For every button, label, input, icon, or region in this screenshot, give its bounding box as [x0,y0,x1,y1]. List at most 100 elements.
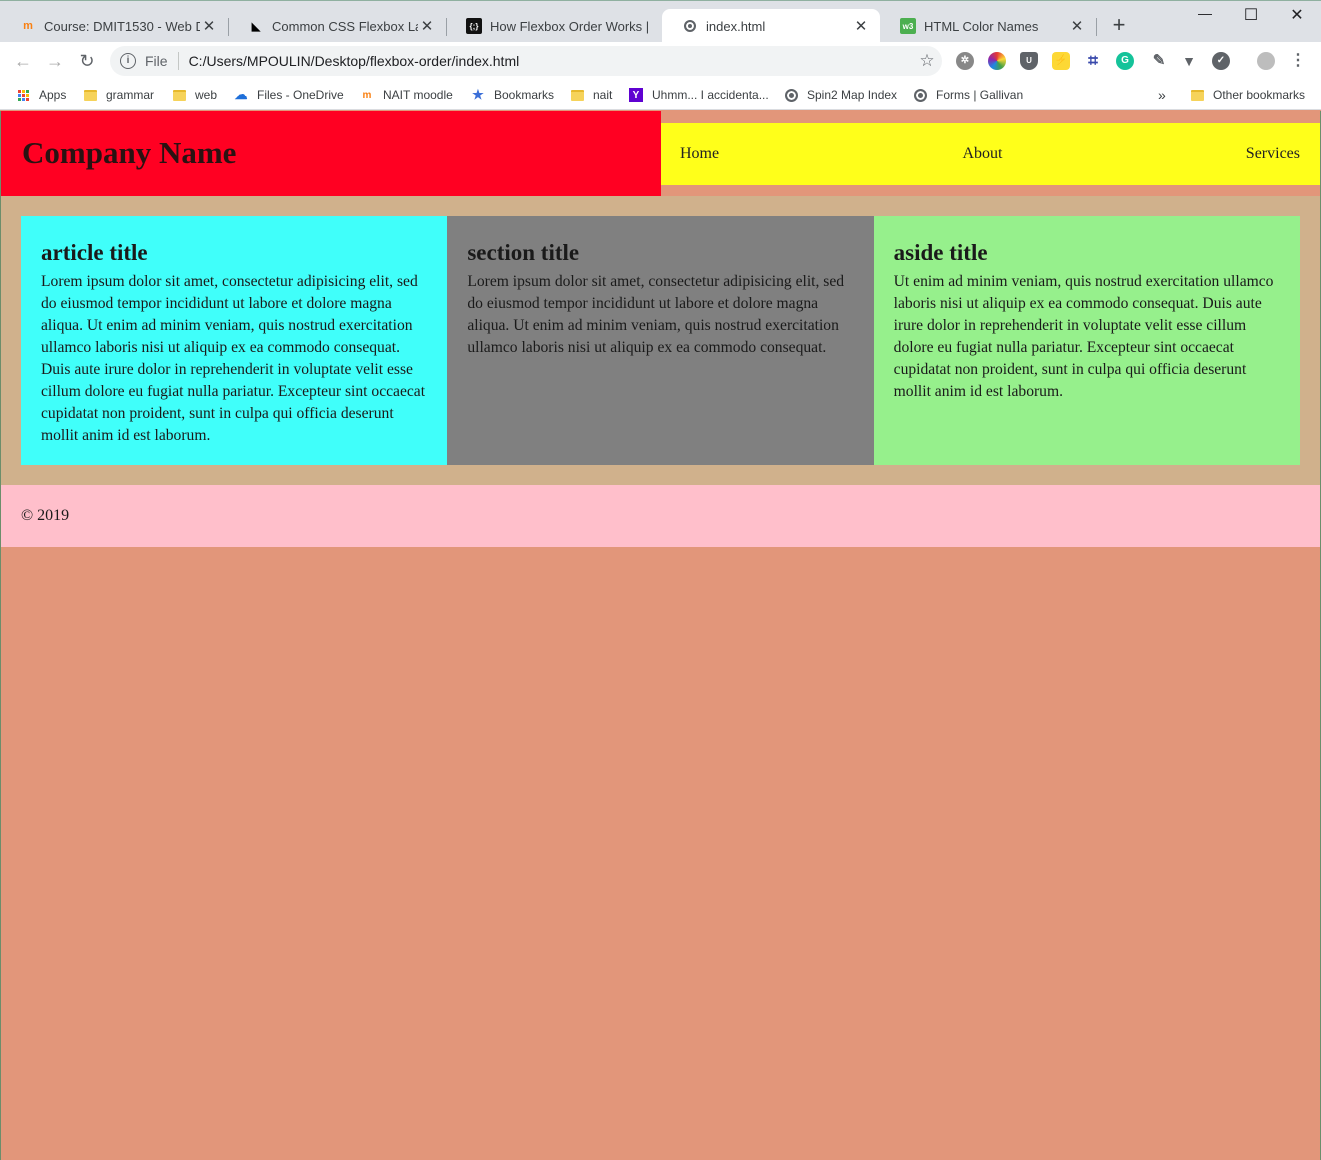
browser-toolbar: ← → ↻ i File C:/Users/MPOULIN/Desktop/fl… [0,42,1321,80]
minimize-button[interactable]: — [1182,5,1228,29]
bookmark-label: web [195,88,218,102]
bookmark-onedrive[interactable]: ☁ Files - OneDrive [234,85,344,105]
article-text: Lorem ipsum dolor sit amet, consectetur … [41,273,426,444]
site-header: Company Name Home About Services [1,111,1320,196]
url-scheme-label: File [145,53,168,69]
grammarly-icon[interactable]: G [1116,52,1134,70]
company-name: Company Name [22,135,237,170]
tab-title: How Flexbox Order Works | C [490,18,652,34]
new-tab-button[interactable]: + [1108,14,1130,37]
close-tab-icon[interactable]: ✕ [1068,17,1086,35]
globe-icon [682,18,698,34]
copyright-text: © 2019 [21,507,70,524]
bookmark-bookmarks[interactable]: ★ Bookmarks [471,85,554,105]
bookmark-label: Other bookmarks [1213,88,1306,102]
menu-kebab-icon[interactable]: ⋮ [1289,52,1307,70]
other-bookmarks[interactable]: Other bookmarks [1190,85,1305,105]
bookmark-forms[interactable]: Forms | Gallivan [913,85,1023,105]
bookmark-star-icon[interactable]: ☆ [912,51,942,71]
globe-icon [784,88,798,102]
vue-devtools-icon[interactable]: ▼ [1180,52,1198,70]
folder-icon [1190,88,1204,102]
close-tab-icon[interactable]: ✕ [418,17,436,35]
browser-tab[interactable]: w3 HTML Color Names ✕ [880,9,1096,43]
tab-strip: m Course: DMIT1530 - Web Des ✕ ◣ Common … [0,0,1321,43]
browser-tab[interactable]: m Course: DMIT1530 - Web Des ✕ [0,9,228,43]
checkmark-extension-icon[interactable]: ✓ [1212,52,1230,70]
omnibox-divider [177,52,179,70]
browser-tab-active[interactable]: index.html ✕ [662,9,880,43]
bookmark-label: nait [593,88,613,102]
bookmark-label: Spin2 Map Index [807,88,898,102]
folder-icon [570,88,584,102]
bookmark-label: Apps [39,88,67,102]
main-nav: Home About Services [661,123,1320,185]
back-button[interactable]: ← [12,50,34,72]
tab-title: Course: DMIT1530 - Web Des [44,18,200,34]
forward-button[interactable]: → [44,50,66,72]
aside-title: aside title [893,240,988,265]
brand-block: Company Name [1,111,661,196]
bookmark-folder[interactable]: grammar [83,85,154,105]
codepen-icon: {;} [466,18,482,34]
apps-grid-icon [16,88,30,102]
main-content: article title Lorem ipsum dolor sit amet… [1,196,1320,485]
ublock-icon[interactable]: U [1020,52,1038,70]
yahoo-icon: Y [629,88,643,102]
page-viewport: Company Name Home About Services article… [0,111,1321,1160]
nav-link-about[interactable]: About [962,145,1002,163]
bookmarks-overflow-button[interactable]: » [1158,85,1166,105]
bookmark-folder[interactable]: nait [570,85,612,105]
article-column: article title Lorem ipsum dolor sit amet… [21,216,448,465]
section-title: section title [467,240,580,265]
tutsplus-icon: ◣ [251,20,261,33]
profile-avatar-icon[interactable] [1257,52,1275,70]
onedrive-icon: ☁ [234,87,248,102]
browser-tab[interactable]: {;} How Flexbox Order Works | C [446,9,662,43]
aside-text: Ut enim ad minim veniam, quis nostrud ex… [893,273,1274,400]
close-window-button[interactable]: ✕ [1274,5,1320,29]
moodle-icon: m [23,20,33,32]
nav-link-services[interactable]: Services [1246,145,1300,163]
tab-title: Common CSS Flexbox Layout [272,18,418,34]
bookmark-spin2[interactable]: Spin2 Map Index [784,85,897,105]
bookmark-apps[interactable]: Apps [16,85,66,105]
color-picker-extension-icon[interactable] [988,52,1006,70]
folder-icon [172,88,186,102]
aside-column: aside title Ut enim ad minim veniam, qui… [873,216,1300,465]
maximize-button[interactable]: ☐ [1228,5,1274,29]
bookmark-label: grammar [106,88,155,102]
bookmark-folder[interactable]: web [172,85,217,105]
section-column: section title Lorem ipsum dolor sit amet… [447,216,874,465]
bookmark-label: NAIT moodle [383,88,453,102]
bookmark-label: Uhmm... I accidenta... [652,88,769,102]
bookmark-nait-moodle[interactable]: m NAIT moodle [360,85,453,105]
bookmarks-bar: Apps grammar web ☁ Files - OneDrive m NA… [0,80,1321,110]
close-tab-icon[interactable]: ✕ [852,17,870,35]
folder-icon [83,88,97,102]
w3schools-icon: w3 [900,18,916,34]
tab-divider [1096,18,1097,36]
moodle-icon: m [362,89,372,101]
site-footer: © 2019 [1,485,1320,547]
tab-title: index.html [706,18,766,34]
address-bar[interactable]: i File C:/Users/MPOULIN/Desktop/flexbox-… [110,46,942,76]
grid-extension-icon[interactable]: ⌗ [1084,52,1102,70]
reload-button[interactable]: ↻ [76,50,98,72]
bookmark-yahoo[interactable]: Y Uhmm... I accidenta... [629,85,769,105]
extension-gear-icon[interactable]: ✲ [956,52,974,70]
close-tab-icon[interactable]: ✕ [200,17,218,35]
browser-tab[interactable]: ◣ Common CSS Flexbox Layout ✕ [228,9,446,43]
bookmark-label: Bookmarks [494,88,555,102]
section-text: Lorem ipsum dolor sit amet, consectetur … [467,273,845,356]
bookmark-label: Files - OneDrive [257,88,344,102]
lightning-extension-icon[interactable]: ⚡ [1052,52,1070,70]
star-icon: ★ [472,87,484,102]
nav-link-home[interactable]: Home [680,145,719,163]
article-title: article title [41,240,148,265]
info-icon[interactable]: i [120,53,136,69]
eyedropper-icon[interactable]: ✎ [1150,52,1168,70]
globe-icon [913,88,927,102]
tab-title: HTML Color Names [924,18,1039,34]
url-text[interactable]: C:/Users/MPOULIN/Desktop/flexbox-order/i… [189,53,912,69]
